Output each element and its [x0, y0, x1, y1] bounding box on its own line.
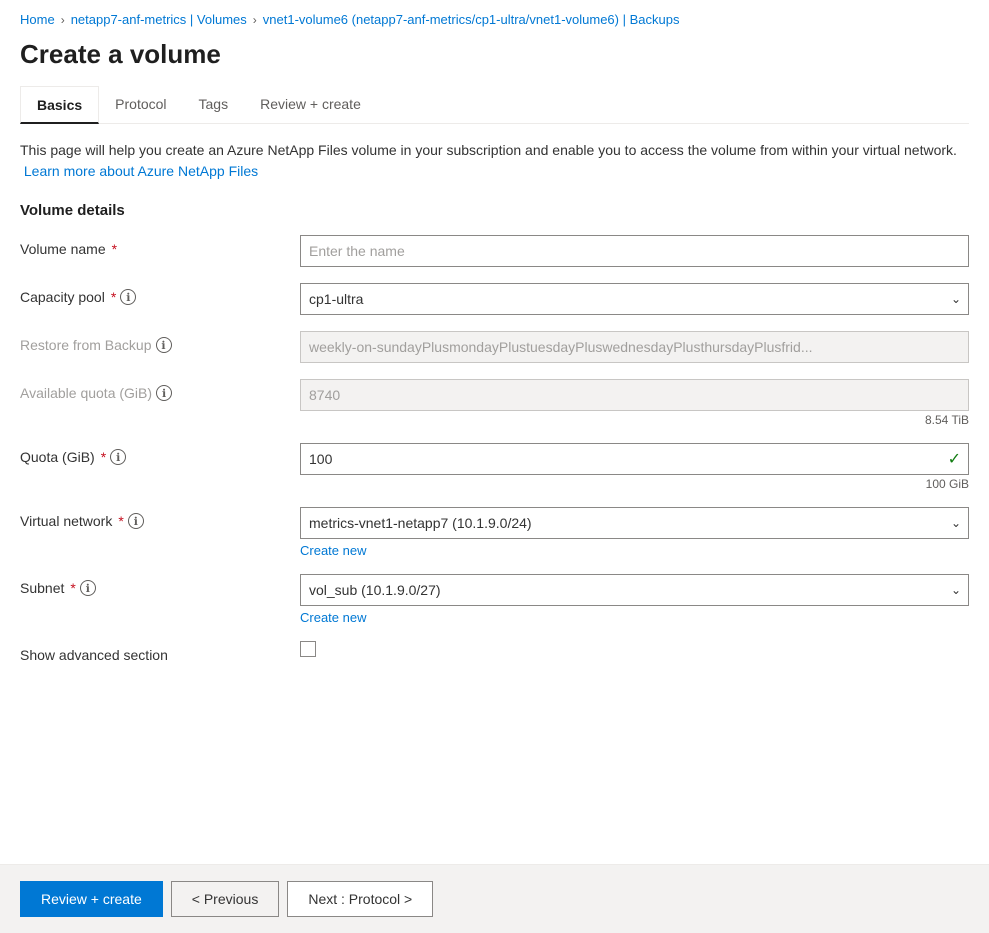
quota-control: ✓ 100 GiB — [300, 443, 969, 491]
capacity-pool-label: Capacity pool * ℹ — [20, 283, 300, 305]
show-advanced-control — [300, 641, 969, 657]
capacity-pool-required: * — [111, 289, 116, 305]
virtual-network-info-icon[interactable]: ℹ — [128, 513, 144, 529]
footer-bar: Review + create < Previous Next : Protoc… — [0, 864, 989, 933]
quota-input[interactable] — [300, 443, 969, 475]
virtual-network-label: Virtual network * ℹ — [20, 507, 300, 529]
quota-info-icon[interactable]: ℹ — [110, 449, 126, 465]
quota-check-icon: ✓ — [948, 449, 961, 469]
quota-row: Quota (GiB) * ℹ ✓ 100 GiB — [20, 443, 969, 491]
restore-backup-input — [300, 331, 969, 363]
virtual-network-select[interactable]: metrics-vnet1-netapp7 (10.1.9.0/24) — [300, 507, 969, 539]
description-text: This page will help you create an Azure … — [20, 142, 957, 158]
available-quota-label: Available quota (GiB) ℹ — [20, 379, 300, 401]
show-advanced-row: Show advanced section — [20, 641, 969, 663]
previous-button[interactable]: < Previous — [171, 881, 280, 917]
restore-backup-control — [300, 331, 969, 363]
show-advanced-checkbox[interactable] — [300, 641, 316, 657]
quota-required: * — [101, 449, 106, 465]
tab-bar: Basics Protocol Tags Review + create — [20, 86, 969, 124]
subnet-info-icon[interactable]: ℹ — [80, 580, 96, 596]
restore-backup-info-icon[interactable]: ℹ — [156, 337, 172, 353]
breadcrumb-home[interactable]: Home — [20, 12, 55, 27]
breadcrumb-sep-2: › — [253, 13, 257, 27]
review-create-button[interactable]: Review + create — [20, 881, 163, 917]
capacity-pool-info-icon[interactable]: ℹ — [120, 289, 136, 305]
quota-label: Quota (GiB) * ℹ — [20, 443, 300, 465]
volume-name-label: Volume name * — [20, 235, 300, 257]
capacity-pool-select-wrapper: cp1-ultra ⌄ — [300, 283, 969, 315]
breadcrumb-volumes[interactable]: netapp7-anf-metrics | Volumes — [71, 12, 247, 27]
tab-tags[interactable]: Tags — [183, 86, 245, 124]
virtual-network-required: * — [118, 513, 123, 529]
restore-backup-label: Restore from Backup ℹ — [20, 331, 300, 353]
tab-review-create[interactable]: Review + create — [244, 86, 377, 124]
subnet-select-wrapper: vol_sub (10.1.9.0/27) ⌄ — [300, 574, 969, 606]
available-quota-control: 8.54 TiB — [300, 379, 969, 427]
volume-name-required: * — [112, 241, 117, 257]
tab-protocol[interactable]: Protocol — [99, 86, 182, 124]
create-volume-form: Volume name * Capacity pool * ℹ cp1 — [20, 235, 969, 663]
subnet-row: Subnet * ℹ vol_sub (10.1.9.0/27) ⌄ Creat… — [20, 574, 969, 625]
learn-more-link[interactable]: Learn more about Azure NetApp Files — [24, 163, 258, 179]
capacity-pool-control: cp1-ultra ⌄ — [300, 283, 969, 315]
quota-input-wrapper: ✓ — [300, 443, 969, 475]
subnet-create-new-link[interactable]: Create new — [300, 610, 969, 625]
volume-name-row: Volume name * — [20, 235, 969, 267]
tab-basics[interactable]: Basics — [20, 86, 99, 124]
capacity-pool-row: Capacity pool * ℹ cp1-ultra ⌄ — [20, 283, 969, 315]
available-quota-info-icon[interactable]: ℹ — [156, 385, 172, 401]
subnet-select[interactable]: vol_sub (10.1.9.0/27) — [300, 574, 969, 606]
main-content: Basics Protocol Tags Review + create Thi… — [0, 86, 989, 864]
subnet-required: * — [70, 580, 75, 596]
next-protocol-button[interactable]: Next : Protocol > — [287, 881, 433, 917]
breadcrumb-backups[interactable]: vnet1-volume6 (netapp7-anf-metrics/cp1-u… — [263, 12, 680, 27]
virtual-network-select-wrapper: metrics-vnet1-netapp7 (10.1.9.0/24) ⌄ — [300, 507, 969, 539]
subnet-control: vol_sub (10.1.9.0/27) ⌄ Create new — [300, 574, 969, 625]
volume-details-section-title: Volume details — [20, 202, 969, 219]
volume-name-control — [300, 235, 969, 267]
show-advanced-label: Show advanced section — [20, 641, 300, 663]
virtual-network-create-new-link[interactable]: Create new — [300, 543, 969, 558]
breadcrumb: Home › netapp7-anf-metrics | Volumes › v… — [0, 0, 989, 35]
available-quota-input — [300, 379, 969, 411]
quota-sub-note: 100 GiB — [300, 477, 969, 491]
page-description: This page will help you create an Azure … — [20, 140, 969, 182]
available-quota-row: Available quota (GiB) ℹ 8.54 TiB — [20, 379, 969, 427]
restore-backup-row: Restore from Backup ℹ — [20, 331, 969, 363]
page-wrapper: Home › netapp7-anf-metrics | Volumes › v… — [0, 0, 989, 933]
virtual-network-control: metrics-vnet1-netapp7 (10.1.9.0/24) ⌄ Cr… — [300, 507, 969, 558]
available-quota-sub-note: 8.54 TiB — [300, 413, 969, 427]
capacity-pool-select[interactable]: cp1-ultra — [300, 283, 969, 315]
subnet-label: Subnet * ℹ — [20, 574, 300, 596]
breadcrumb-sep-1: › — [61, 13, 65, 27]
page-title: Create a volume — [0, 35, 989, 86]
show-advanced-checkbox-wrapper — [300, 641, 969, 657]
volume-name-input[interactable] — [300, 235, 969, 267]
virtual-network-row: Virtual network * ℹ metrics-vnet1-netapp… — [20, 507, 969, 558]
